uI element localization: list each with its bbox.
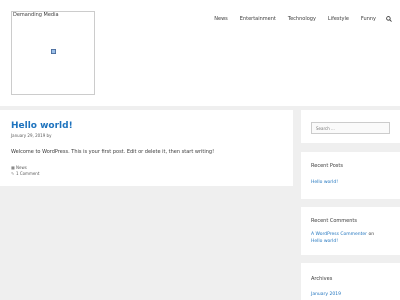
post-footer: ■ News ✎ 1 Comment bbox=[11, 165, 39, 177]
archives-widget: Archives January 2019 bbox=[301, 263, 400, 300]
site-header: Demanding Media News Entertainment Techn… bbox=[0, 0, 400, 106]
post-comments-link[interactable]: 1 Comment bbox=[16, 171, 39, 177]
search-input[interactable] bbox=[311, 122, 390, 134]
comment-on-text: on bbox=[368, 232, 375, 237]
main-navigation: News Entertainment Technology Lifestyle … bbox=[208, 14, 392, 24]
comment-post-link[interactable]: Hello world! bbox=[311, 239, 338, 244]
site-logo[interactable]: Demanding Media bbox=[11, 11, 95, 95]
widget-title: Archives bbox=[311, 276, 333, 282]
post-byline: by bbox=[46, 133, 52, 138]
post-excerpt: Welcome to WordPress. This is your first… bbox=[11, 149, 215, 155]
recent-posts-widget: Recent Posts Hello world! bbox=[301, 152, 400, 199]
post-date[interactable]: January 29, 2019 bbox=[11, 133, 45, 138]
search-icon[interactable] bbox=[386, 16, 392, 22]
nav-item-lifestyle[interactable]: Lifestyle bbox=[322, 14, 355, 24]
widget-title: Recent Comments bbox=[311, 218, 357, 224]
post-title[interactable]: Hello world! bbox=[11, 121, 73, 132]
site-title[interactable]: Demanding Media bbox=[13, 12, 59, 18]
post-meta: January 29, 2019 by bbox=[11, 133, 51, 138]
nav-item-news[interactable]: News bbox=[208, 14, 234, 24]
search-widget bbox=[301, 110, 400, 143]
broken-image-icon bbox=[51, 49, 56, 54]
nav-item-funny[interactable]: Funny bbox=[355, 14, 382, 24]
nav-item-technology[interactable]: Technology bbox=[282, 14, 322, 24]
post-card: Hello world! January 29, 2019 by Welcome… bbox=[0, 110, 293, 186]
archive-link[interactable]: January 2019 bbox=[311, 292, 341, 297]
recent-post-link[interactable]: Hello world! bbox=[311, 180, 338, 185]
comment-entry: A WordPress Commenter on bbox=[311, 232, 374, 237]
nav-item-entertainment[interactable]: Entertainment bbox=[234, 14, 282, 24]
recent-comments-widget: Recent Comments A WordPress Commenter on… bbox=[301, 207, 400, 255]
widget-title: Recent Posts bbox=[311, 163, 343, 169]
comment-author-link[interactable]: A WordPress Commenter bbox=[311, 232, 367, 237]
